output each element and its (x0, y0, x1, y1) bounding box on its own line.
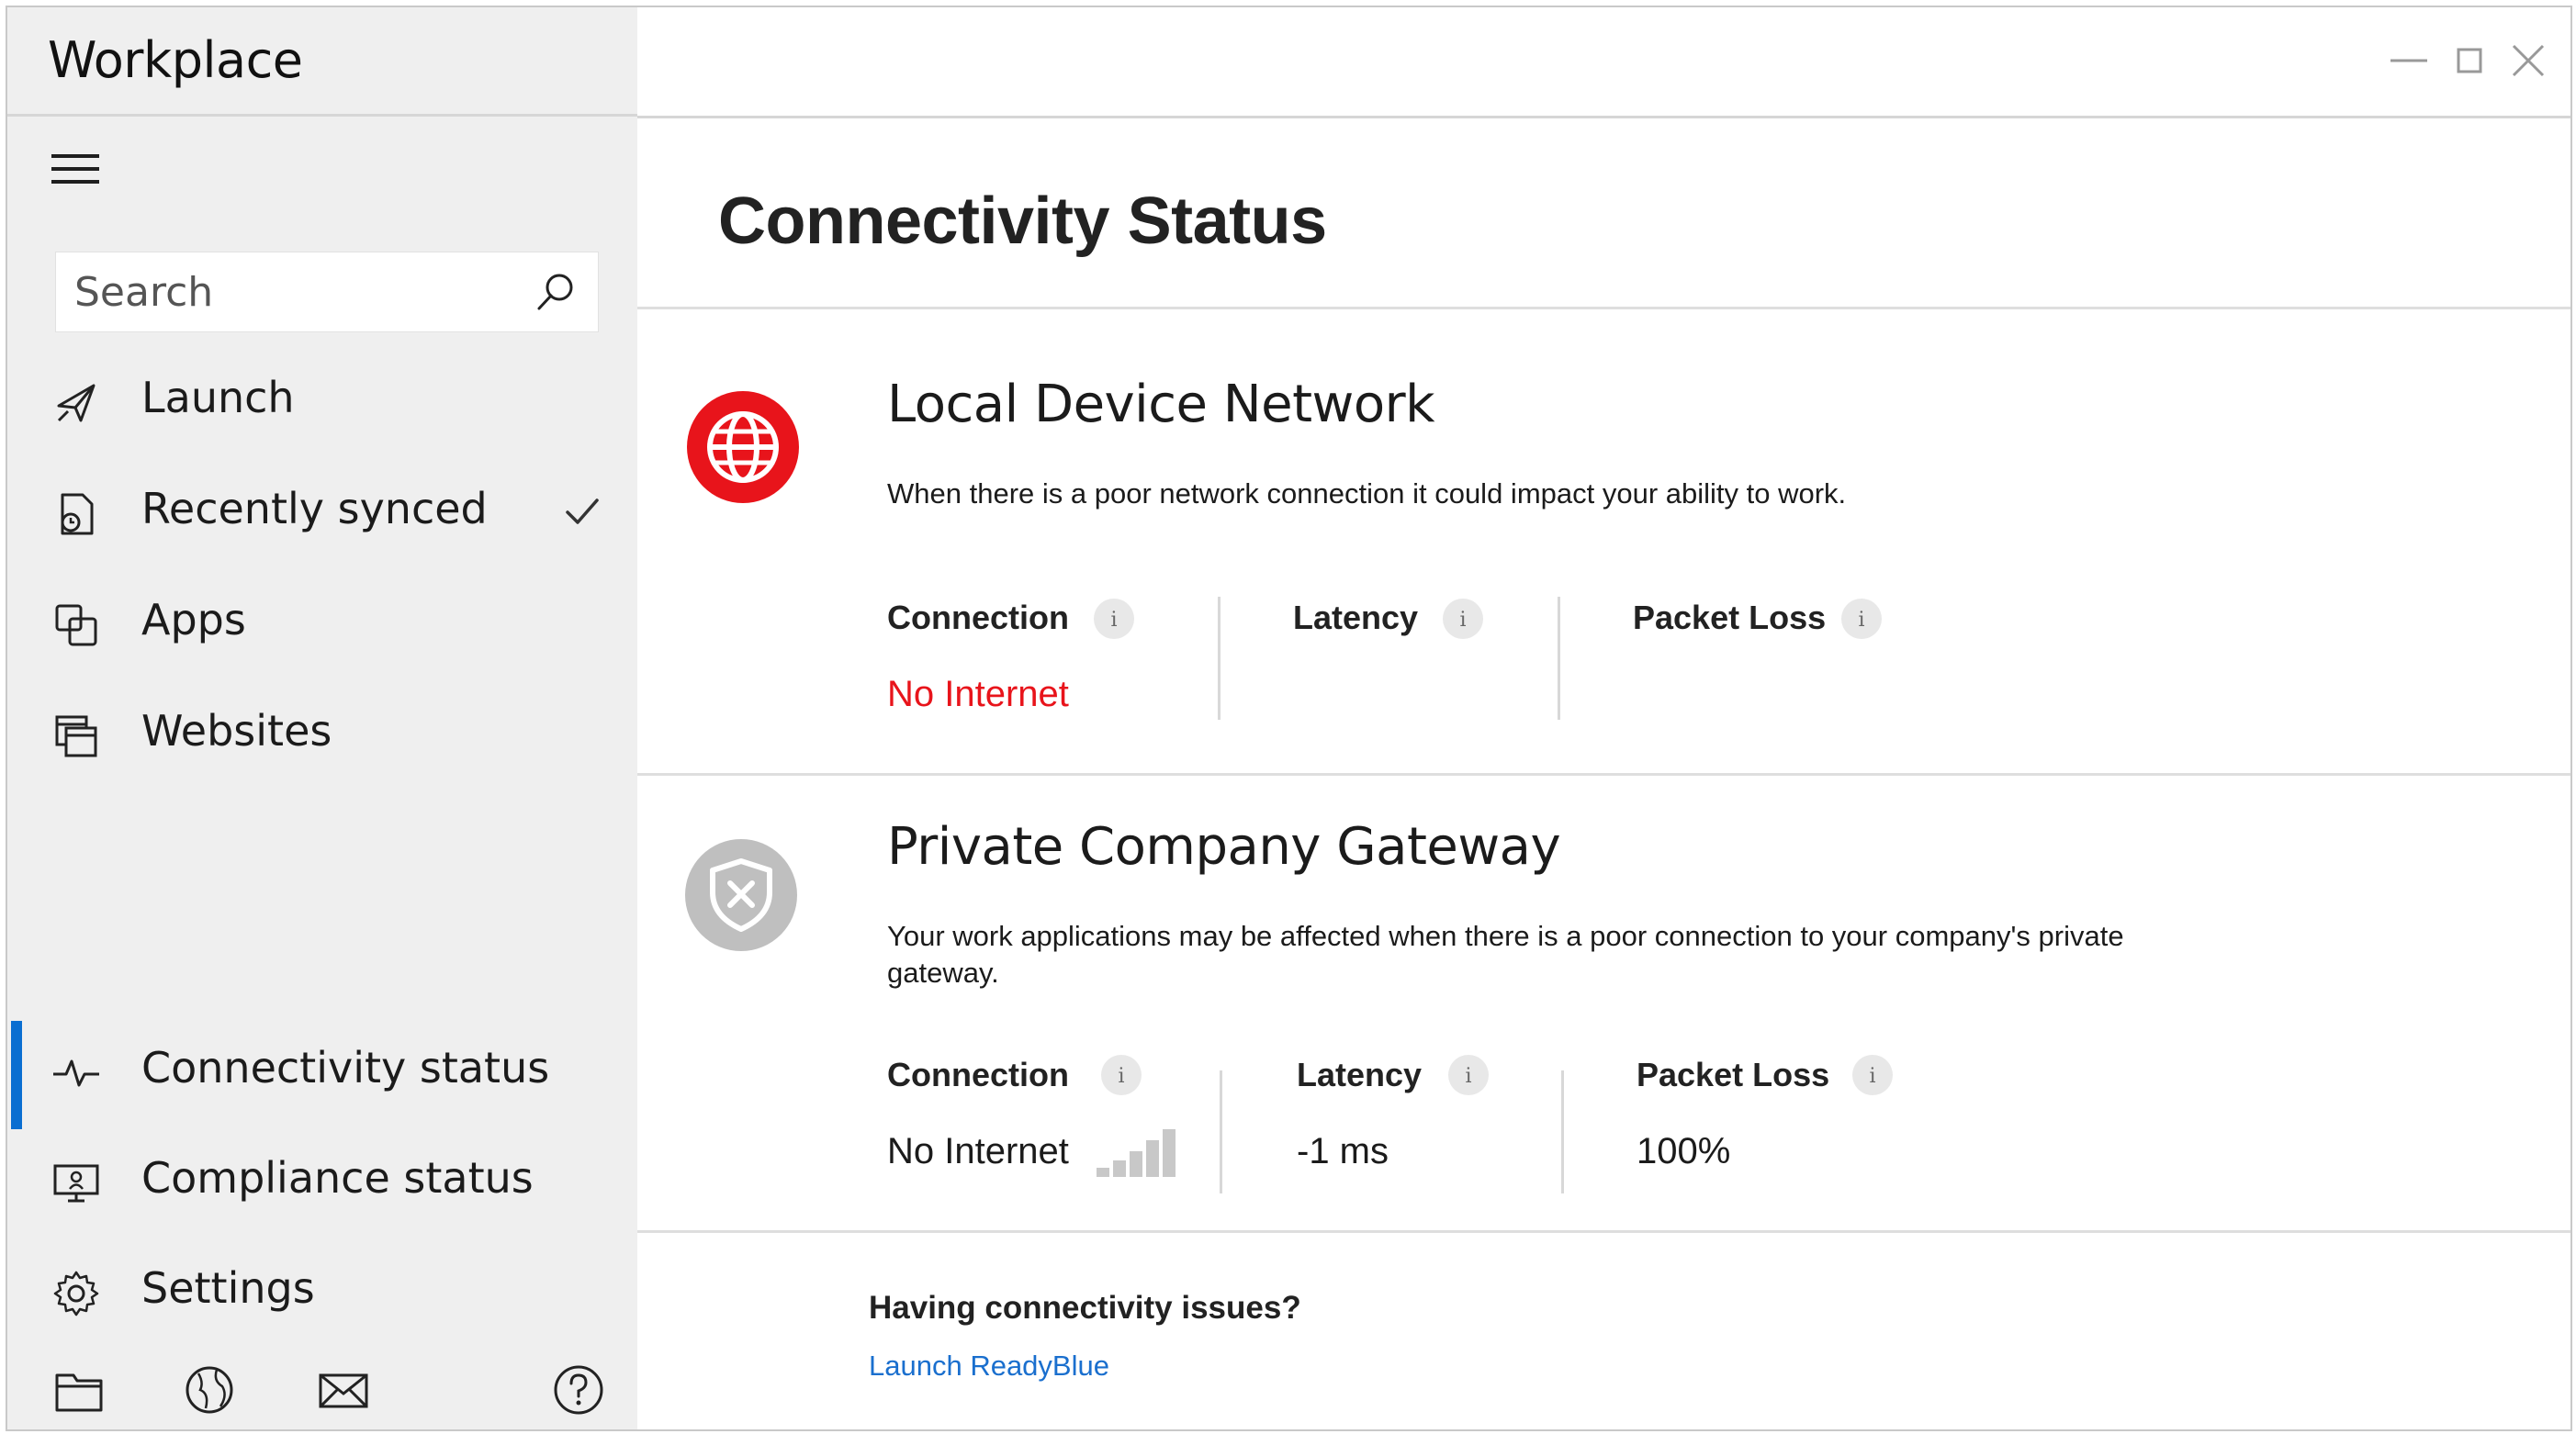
globe-error-icon (687, 391, 799, 503)
gear-icon (53, 1271, 99, 1316)
metric-label-packet-loss: Packet Loss (1637, 1056, 1830, 1093)
app-title: Workplace (48, 31, 303, 89)
svg-text:i: i (1858, 609, 1864, 632)
sidebar-item-label: Compliance status (141, 1153, 534, 1203)
divider (637, 307, 2570, 309)
minimize-icon[interactable] (2385, 37, 2433, 84)
sidebar-item-label: Connectivity status (141, 1043, 550, 1092)
maximize-icon[interactable] (2446, 37, 2493, 84)
metric-value-connection: No Internet (887, 674, 1069, 714)
active-indicator (11, 1021, 22, 1129)
sidebar-item-label: Websites (141, 706, 332, 756)
divider (637, 773, 2570, 776)
shield-x-icon (685, 839, 797, 951)
svg-text:i: i (1110, 609, 1117, 632)
metric-separator (1218, 597, 1221, 720)
sidebar-item-launch[interactable]: Launch (7, 358, 637, 446)
search-input[interactable] (74, 252, 515, 331)
section-title-local-network: Local Device Network (887, 375, 1435, 434)
close-icon[interactable] (2504, 37, 2552, 84)
metric-label-latency: Latency (1293, 599, 1419, 636)
sidebar: Workplace Launch (7, 7, 637, 1429)
info-icon[interactable]: i (1100, 1054, 1142, 1096)
sidebar-item-label: Recently synced (141, 484, 488, 533)
metric-label-packet-loss: Packet Loss (1633, 599, 1827, 636)
sidebar-item-apps[interactable]: Apps (7, 580, 637, 668)
metric-separator (1558, 597, 1560, 720)
hamburger-menu-icon[interactable] (51, 154, 99, 187)
metric-value-packet-loss: 100% (1637, 1131, 1731, 1171)
pulse-icon (53, 1059, 99, 1087)
sidebar-item-label: Launch (141, 373, 295, 422)
metric-value-latency: -1 ms (1297, 1131, 1389, 1171)
metric-separator (1561, 1070, 1564, 1193)
metric-label-latency: Latency (1297, 1056, 1423, 1093)
section-title-company-gateway: Private Company Gateway (887, 817, 1561, 877)
help-heading: Having connectivity issues? (869, 1290, 1301, 1326)
websites-icon (55, 715, 97, 757)
section-description: Your work applications may be affected w… (887, 920, 2124, 989)
info-icon[interactable]: i (1447, 1054, 1490, 1096)
search-box (55, 252, 599, 332)
folder-icon[interactable] (51, 1362, 107, 1417)
compliance-monitor-icon (53, 1164, 99, 1203)
svg-text:i: i (1465, 1065, 1471, 1088)
info-icon[interactable]: i (1442, 598, 1484, 640)
section-description: When there is a poor network connection … (887, 477, 1847, 510)
app-window: Workplace Launch (6, 6, 2572, 1431)
signal-strength-icon (1097, 1129, 1176, 1177)
metric-value-connection: No Internet (887, 1131, 1069, 1171)
info-icon[interactable]: i (1840, 598, 1883, 640)
sidebar-item-connectivity-status[interactable]: Connectivity status (7, 1017, 637, 1133)
metric-label-connection: Connection (887, 1056, 1069, 1093)
synced-document-icon (61, 493, 94, 535)
metric-separator (1220, 1070, 1222, 1193)
rocket-icon (57, 384, 96, 422)
sidebar-item-compliance-status[interactable]: Compliance status (7, 1138, 637, 1227)
checkmark-icon (566, 499, 599, 524)
help-icon[interactable] (551, 1362, 606, 1417)
globe-icon[interactable] (182, 1362, 237, 1417)
apps-icon (55, 604, 97, 646)
svg-text:i: i (1869, 1065, 1875, 1088)
titlebar-divider (637, 116, 2570, 118)
sidebar-item-label: Apps (141, 595, 246, 644)
info-icon[interactable]: i (1851, 1054, 1894, 1096)
page-title: Connectivity Status (718, 185, 1327, 258)
svg-text:i: i (1118, 1065, 1124, 1088)
sidebar-item-recently-synced[interactable]: Recently synced (7, 469, 637, 557)
sidebar-divider (7, 114, 637, 117)
sidebar-item-label: Settings (141, 1263, 315, 1313)
search-icon[interactable] (532, 269, 578, 315)
launch-readyblue-link[interactable]: Launch ReadyBlue (869, 1350, 1109, 1383)
mail-icon[interactable] (316, 1362, 371, 1417)
info-icon[interactable]: i (1093, 598, 1135, 640)
metric-label-connection: Connection (887, 599, 1069, 636)
divider (637, 1230, 2570, 1233)
sidebar-item-websites[interactable]: Websites (7, 691, 637, 779)
svg-text:i: i (1459, 609, 1466, 632)
sidebar-item-settings[interactable]: Settings (7, 1249, 637, 1337)
